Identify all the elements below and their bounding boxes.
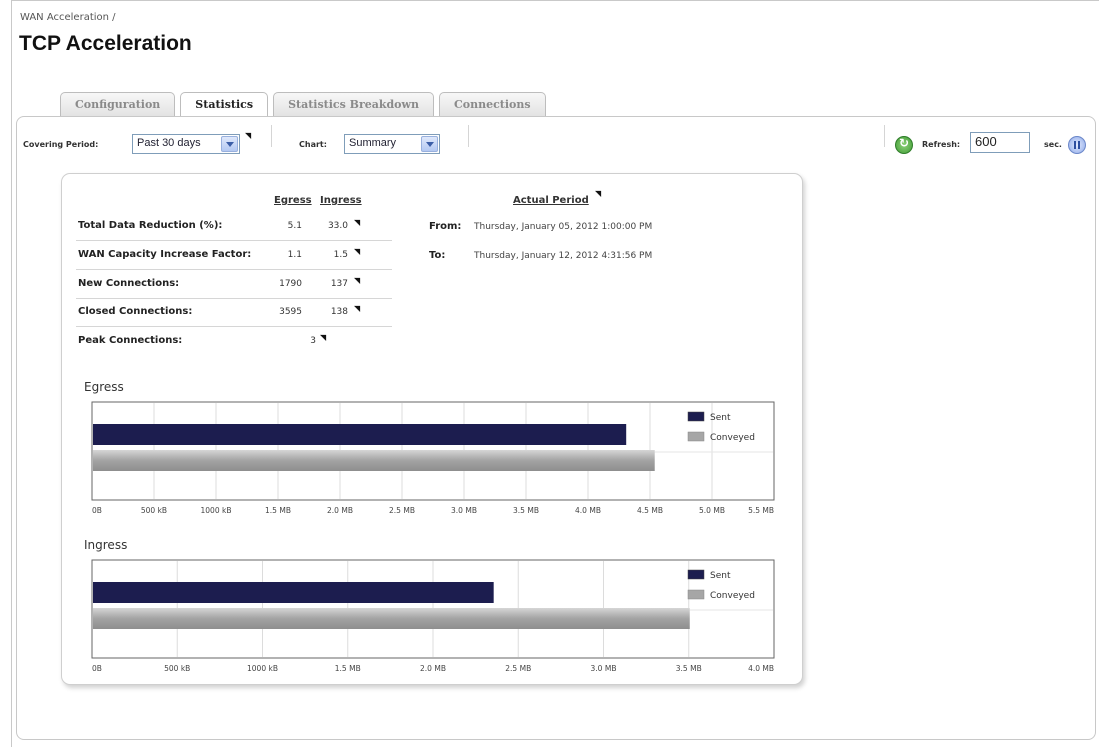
refresh-unit: sec. <box>1044 140 1062 149</box>
help-marker-icon[interactable]: ◥ <box>595 189 601 198</box>
row-divider <box>76 269 392 270</box>
refresh-label: Refresh: <box>922 140 961 149</box>
ingress-tick-label: 1000 kB <box>247 664 278 673</box>
ingress-chart-title: Ingress <box>84 538 128 552</box>
from-value: Thursday, January 05, 2012 1:00:00 PM <box>474 222 653 232</box>
covering-period-select[interactable]: Past 30 days <box>132 134 240 154</box>
ingress-closed-connections: 138 <box>330 307 348 317</box>
refresh-icon[interactable] <box>895 136 913 154</box>
breadcrumb[interactable]: WAN Acceleration / <box>20 12 116 23</box>
ingress-tick-label: 3.0 MB <box>591 664 617 673</box>
egress-tick-label: 1.5 MB <box>265 506 291 515</box>
help-marker-icon[interactable]: ◥ <box>354 247 360 256</box>
help-marker-icon[interactable]: ◥ <box>245 131 251 140</box>
egress-tick-label: 5.5 MB <box>748 506 774 515</box>
row-label-new-connections: New Connections: <box>78 278 180 289</box>
ingress-data-reduction: 33.0 <box>327 221 348 231</box>
help-marker-icon[interactable]: ◥ <box>354 218 360 227</box>
pause-icon[interactable] <box>1068 136 1086 154</box>
toolbar-divider <box>468 125 469 147</box>
statistics-card: Egress Ingress Total Data Reduction (%):… <box>61 173 803 685</box>
tab-bar: Configuration Statistics Statistics Brea… <box>60 92 551 119</box>
row-label-data-reduction: Total Data Reduction (%): <box>78 220 223 231</box>
from-label: From: <box>429 221 462 232</box>
chart-value: Summary <box>349 137 397 149</box>
actual-period-header[interactable]: Actual Period <box>513 195 589 206</box>
row-divider <box>76 240 392 241</box>
ingress-tick-label: 4.0 MB <box>748 664 774 673</box>
refresh-interval-input[interactable]: 600 <box>970 132 1030 153</box>
egress-tick-label: 5.0 MB <box>699 506 725 515</box>
ingress-capacity-factor: 1.5 <box>333 250 348 260</box>
row-divider <box>76 298 392 299</box>
egress-capacity-factor: 1.1 <box>287 250 302 260</box>
egress-tick-label: 1000 kB <box>201 506 232 515</box>
egress-new-connections: 1790 <box>279 279 302 289</box>
ingress-tick-label: 500 kB <box>164 664 190 673</box>
ingress-tick-label: 2.5 MB <box>505 664 531 673</box>
ingress-legend-sent: Sent <box>710 571 731 581</box>
help-marker-icon[interactable]: ◥ <box>320 333 326 342</box>
ingress-tick-label: 2.0 MB <box>420 664 446 673</box>
ingress-bar-conveyed <box>93 608 690 629</box>
chevron-down-icon[interactable] <box>421 136 438 152</box>
covering-period-value: Past 30 days <box>137 137 201 149</box>
egress-tick-label: 2.5 MB <box>389 506 415 515</box>
ingress-column-header[interactable]: Ingress <box>320 195 362 206</box>
egress-legend-swatch-conveyed <box>687 431 705 442</box>
egress-peak-connections: 3 <box>310 336 316 346</box>
row-label-closed-connections: Closed Connections: <box>78 306 193 317</box>
egress-tick-label: 500 kB <box>141 506 167 515</box>
help-marker-icon[interactable]: ◥ <box>354 276 360 285</box>
tab-connections[interactable]: Connections <box>438 92 546 117</box>
row-label-peak-connections: Peak Connections: <box>78 335 183 346</box>
ingress-tick-label: 3.5 MB <box>676 664 702 673</box>
ingress-tick-label: 1.5 MB <box>335 664 361 673</box>
ingress-chart-svg: 0B 500 kB 1000 kB 1.5 MB 2.0 MB 2.5 MB 3.0 MB 3… <box>91 559 775 673</box>
egress-closed-connections: 3595 <box>279 307 302 317</box>
egress-tick-label: 4.0 MB <box>575 506 601 515</box>
ingress-bar-sent <box>93 582 494 603</box>
egress-bar-sent <box>93 424 627 445</box>
statistics-panel: Covering Period: Past 30 days ◥ Chart: S… <box>16 116 1096 740</box>
ingress-new-connections: 137 <box>330 279 348 289</box>
tab-statistics[interactable]: Statistics <box>180 92 269 119</box>
egress-tick-label: 3.5 MB <box>513 506 539 515</box>
egress-tick-label: 0B <box>92 506 102 515</box>
chart-label: Chart: <box>299 140 327 149</box>
egress-chart-title: Egress <box>84 380 124 394</box>
egress-bar-conveyed <box>93 450 655 471</box>
tab-statistics-breakdown[interactable]: Statistics Breakdown <box>273 92 434 117</box>
help-marker-icon[interactable]: ◥ <box>354 304 360 313</box>
ingress-legend-swatch-sent <box>687 569 705 580</box>
toolbar-divider <box>884 125 885 147</box>
egress-legend-conveyed: Conveyed <box>710 433 755 443</box>
tab-configuration[interactable]: Configuration <box>60 92 176 117</box>
egress-data-reduction: 5.1 <box>287 221 302 231</box>
chevron-down-icon[interactable] <box>221 136 238 152</box>
toolbar: Covering Period: Past 30 days ◥ Chart: S… <box>17 117 1095 155</box>
egress-tick-label: 3.0 MB <box>451 506 477 515</box>
covering-period-label: Covering Period: <box>23 140 99 149</box>
egress-tick-label: 2.0 MB <box>327 506 353 515</box>
to-label: To: <box>429 250 446 261</box>
row-divider <box>76 326 392 327</box>
egress-legend-sent: Sent <box>710 413 731 423</box>
egress-column-header[interactable]: Egress <box>274 195 312 206</box>
egress-legend-swatch-sent <box>687 411 705 422</box>
to-value: Thursday, January 12, 2012 4:31:56 PM <box>474 251 653 261</box>
ingress-legend-conveyed: Conveyed <box>710 591 755 601</box>
ingress-legend-swatch-conveyed <box>687 589 705 600</box>
ingress-tick-label: 0B <box>92 664 102 673</box>
page-title: TCP Acceleration <box>19 32 192 55</box>
toolbar-divider <box>271 125 272 147</box>
row-label-capacity-factor: WAN Capacity Increase Factor: <box>78 249 252 260</box>
chart-select[interactable]: Summary <box>344 134 440 154</box>
egress-chart-svg: 0B 500 kB 1000 kB 1.5 MB 2.0 MB 2.5 MB 3.0 MB 3… <box>91 401 775 515</box>
egress-tick-label: 4.5 MB <box>637 506 663 515</box>
